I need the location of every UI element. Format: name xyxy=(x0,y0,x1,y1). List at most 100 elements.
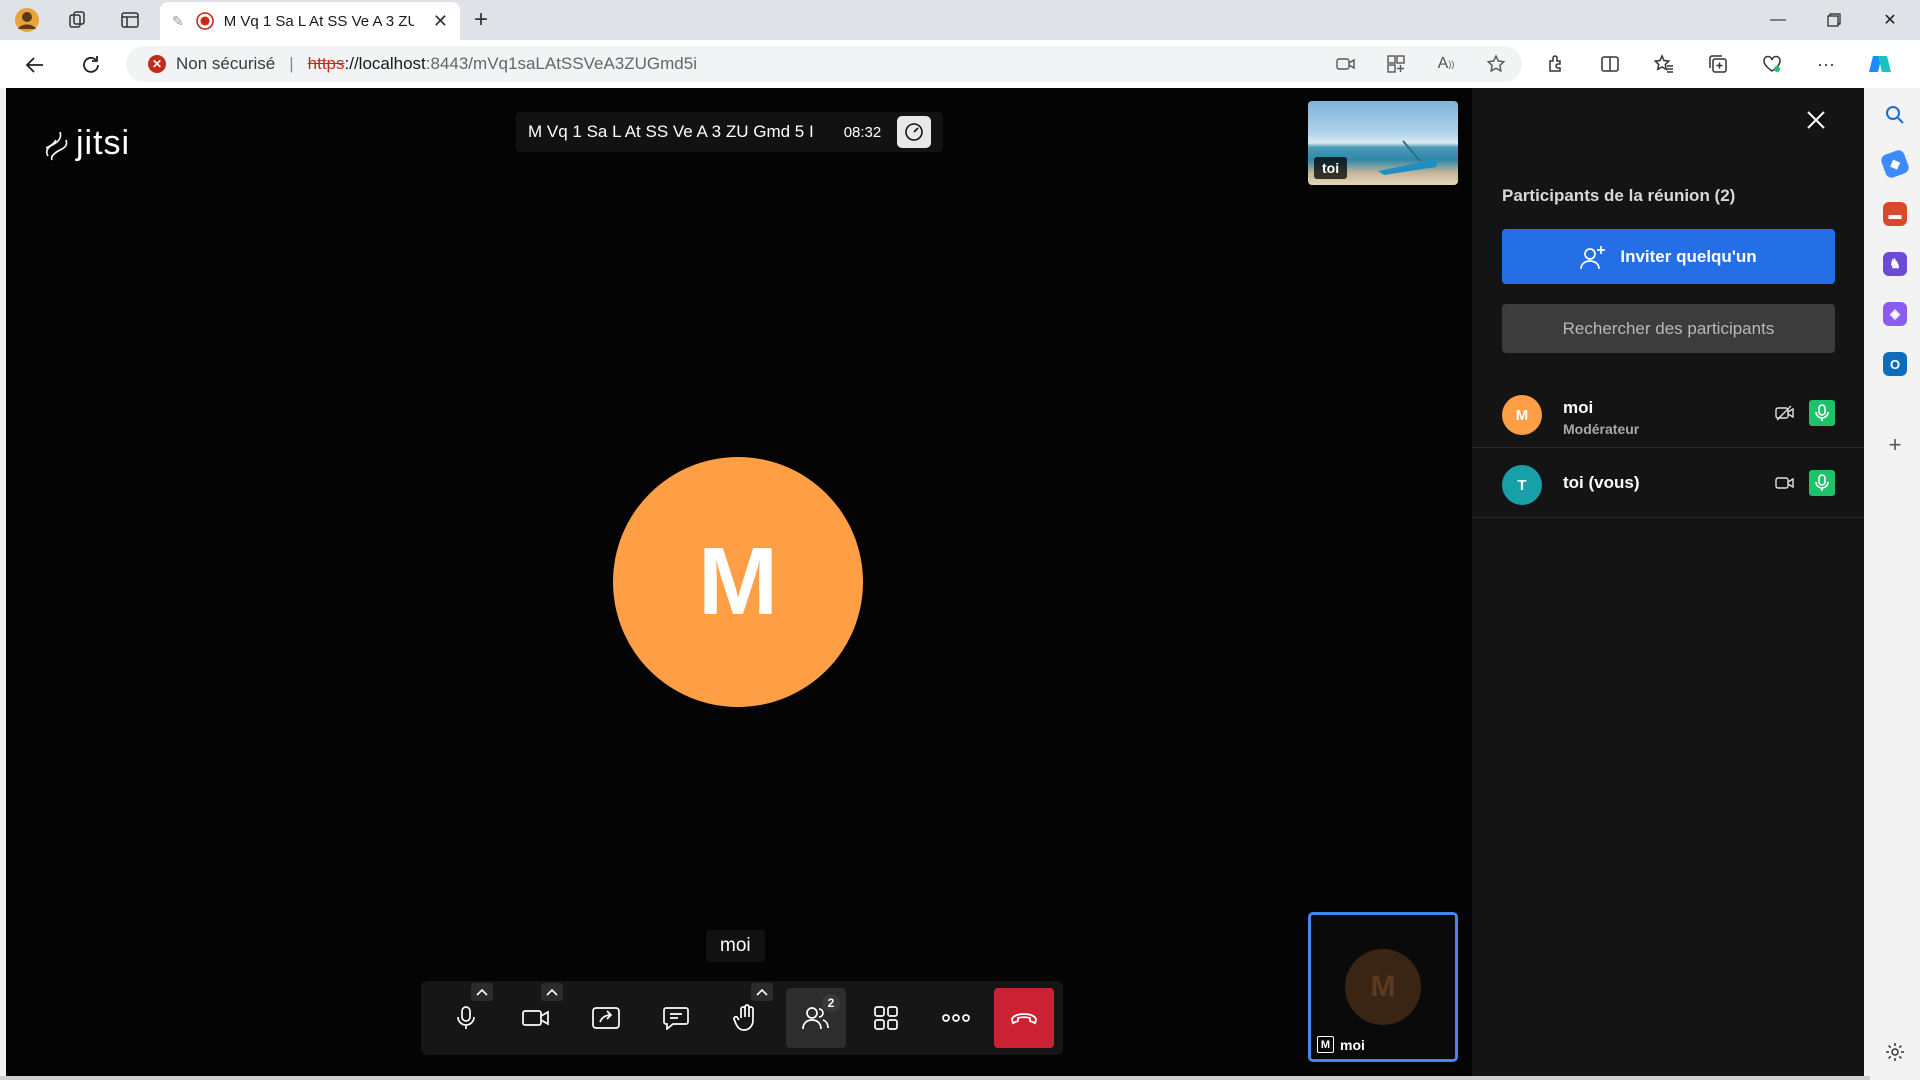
hangup-button[interactable] xyxy=(994,988,1054,1048)
local-participant-avatar: M xyxy=(1345,949,1421,1025)
minimize-icon[interactable]: — xyxy=(1750,0,1806,40)
hangup-icon xyxy=(1011,1013,1037,1025)
collections-icon[interactable] xyxy=(1706,52,1730,76)
tile-view-icon xyxy=(874,1006,898,1030)
profile-avatar[interactable] xyxy=(14,7,40,33)
panel-title: Participants de la réunion (2) xyxy=(1502,186,1736,205)
camera-options-caret[interactable] xyxy=(541,983,563,1001)
main-stage: jitsi M Vq 1 Sa L At SS Ve A 3 ZU Gmd 5 … xyxy=(6,88,1472,1076)
more-icon xyxy=(942,1014,970,1022)
screenshare-button[interactable] xyxy=(576,988,636,1048)
browser-toolbar-icons: ··· xyxy=(1544,52,1892,76)
participant-avatar: T xyxy=(1502,465,1542,505)
mic-on-icon xyxy=(1809,400,1835,426)
favorites-icon[interactable] xyxy=(1652,52,1676,76)
remote-participant-thumbnail[interactable]: toi xyxy=(1308,101,1458,185)
participants-count-badge: 2 xyxy=(822,994,840,1012)
participants-panel: Participants de la réunion (2) Inviter q… xyxy=(1472,88,1864,1076)
url-host: ://localhost xyxy=(344,54,426,73)
camera-off-icon xyxy=(1774,403,1796,423)
tile-view-button[interactable] xyxy=(856,988,916,1048)
url-path: :8443/mVq1saLAtSSVeA3ZUGmd5i xyxy=(425,54,697,73)
meeting-subject: M Vq 1 Sa L At SS Ve A 3 ZU Gmd 5 I xyxy=(528,122,814,141)
screenshare-icon xyxy=(592,1007,620,1029)
connection-quality-button[interactable] xyxy=(897,116,932,148)
browser-tabbar: ✎ M Vq 1 Sa L At SS Ve A 3 ZU Gmd 5 I ✕ … xyxy=(0,0,1920,40)
security-label[interactable]: Non sécurisé xyxy=(176,54,275,74)
tab-close-icon[interactable]: ✕ xyxy=(433,11,448,32)
sidebar-tools-icon[interactable]: ▬ xyxy=(1883,202,1907,226)
close-window-icon[interactable]: ✕ xyxy=(1862,0,1918,40)
extensions-icon[interactable] xyxy=(1544,52,1568,76)
meeting-toolbar: 2 xyxy=(421,981,1063,1055)
microphone-options-caret[interactable] xyxy=(471,983,493,1001)
participant-role: Modérateur xyxy=(1563,421,1640,437)
camera-on-icon xyxy=(1774,473,1796,493)
jitsi-logo[interactable]: jitsi xyxy=(42,124,130,163)
chevron-up-icon xyxy=(756,988,768,996)
local-participant-label: M moi xyxy=(1317,1036,1365,1053)
participant-name: moi xyxy=(1563,398,1594,417)
insecure-icon[interactable]: ✕ xyxy=(148,55,166,73)
logo-text: jitsi xyxy=(76,124,131,162)
url-scheme: https xyxy=(307,54,345,73)
window-bottom-edge xyxy=(0,1076,1870,1080)
participant-search-input[interactable] xyxy=(1502,304,1835,353)
reactions-options-caret[interactable] xyxy=(751,983,773,1001)
participants-button[interactable]: 2 xyxy=(786,988,846,1048)
vertical-tabs-icon[interactable] xyxy=(117,7,143,33)
jitsi-meeting: jitsi M Vq 1 Sa L At SS Ve A 3 ZU Gmd 5 … xyxy=(6,88,1864,1076)
local-participant-thumbnail[interactable]: M M moi xyxy=(1308,912,1458,1062)
sidebar-microsoft365-icon[interactable]: ◈ xyxy=(1883,302,1907,326)
sidebar-outlook-icon[interactable]: O xyxy=(1883,352,1907,376)
edge-sidebar: ◆ ▬ ♞ ◈ O + xyxy=(1870,88,1920,1080)
settings-more-icon[interactable]: ··· xyxy=(1814,52,1838,76)
invite-label: Inviter quelqu'un xyxy=(1620,246,1757,266)
url-field[interactable]: ✕ Non sécurisé | https://localhost:8443/… xyxy=(126,46,1522,82)
dominant-speaker-name: moi xyxy=(706,930,765,962)
microphone-icon xyxy=(457,1006,475,1029)
more-actions-button[interactable] xyxy=(926,988,986,1048)
url-separator: | xyxy=(289,54,294,73)
browser-essentials-icon[interactable] xyxy=(1760,52,1784,76)
chat-icon xyxy=(663,1007,689,1030)
dominant-speaker-avatar: M xyxy=(613,457,863,707)
chevron-up-icon xyxy=(476,988,488,996)
remote-participant-name: toi xyxy=(1314,157,1348,179)
participant-row[interactable]: M moi Modérateur xyxy=(1472,378,1864,448)
back-icon[interactable] xyxy=(20,50,50,80)
favorite-star-icon[interactable] xyxy=(1484,52,1508,76)
camera-icon xyxy=(522,1010,549,1026)
browser-tab-active[interactable]: ✎ M Vq 1 Sa L At SS Ve A 3 ZU Gmd 5 I ✕ xyxy=(160,2,460,40)
local-participant-name: moi xyxy=(1340,1036,1365,1053)
panel-close-button[interactable] xyxy=(1802,106,1830,134)
sidebar-shopping-icon[interactable]: ◆ xyxy=(1879,148,1911,180)
mic-on-icon xyxy=(1809,470,1835,496)
add-person-icon xyxy=(1580,245,1606,269)
copilot-icon[interactable] xyxy=(1868,52,1892,76)
participant-row[interactable]: T toi (vous) xyxy=(1472,448,1864,518)
tab-pin-icon: ✎ xyxy=(172,12,184,29)
sidebar-settings-icon[interactable] xyxy=(1883,1040,1907,1064)
sidebar-add-icon[interactable]: + xyxy=(1883,432,1907,457)
restore-icon[interactable] xyxy=(1806,0,1862,40)
camera-permission-icon[interactable] xyxy=(1334,52,1358,76)
refresh-icon[interactable] xyxy=(76,50,106,80)
chat-button[interactable] xyxy=(646,988,706,1048)
split-screen-icon[interactable] xyxy=(1598,52,1622,76)
jitsi-logo-icon xyxy=(45,131,68,160)
invite-button[interactable]: Inviter quelqu'un xyxy=(1502,229,1835,284)
moderator-m-icon: M xyxy=(1317,1036,1334,1053)
recording-icon xyxy=(195,12,214,30)
new-tab-icon[interactable]: + xyxy=(468,6,494,33)
sidebar-search-icon[interactable] xyxy=(1883,103,1907,127)
meeting-subject-bar: M Vq 1 Sa L At SS Ve A 3 ZU Gmd 5 I 08:3… xyxy=(516,112,944,152)
read-aloud-icon[interactable]: A)) xyxy=(1434,52,1458,76)
sidebar-games-icon[interactable]: ♞ xyxy=(1883,252,1907,276)
raise-hand-icon xyxy=(733,1004,754,1031)
chevron-up-icon xyxy=(546,988,558,996)
apps-icon[interactable] xyxy=(1384,52,1408,76)
workspaces-icon[interactable] xyxy=(64,7,90,33)
tab-title: M Vq 1 Sa L At SS Ve A 3 ZU Gmd 5 I xyxy=(223,12,414,30)
meeting-timer: 08:32 xyxy=(843,123,882,141)
